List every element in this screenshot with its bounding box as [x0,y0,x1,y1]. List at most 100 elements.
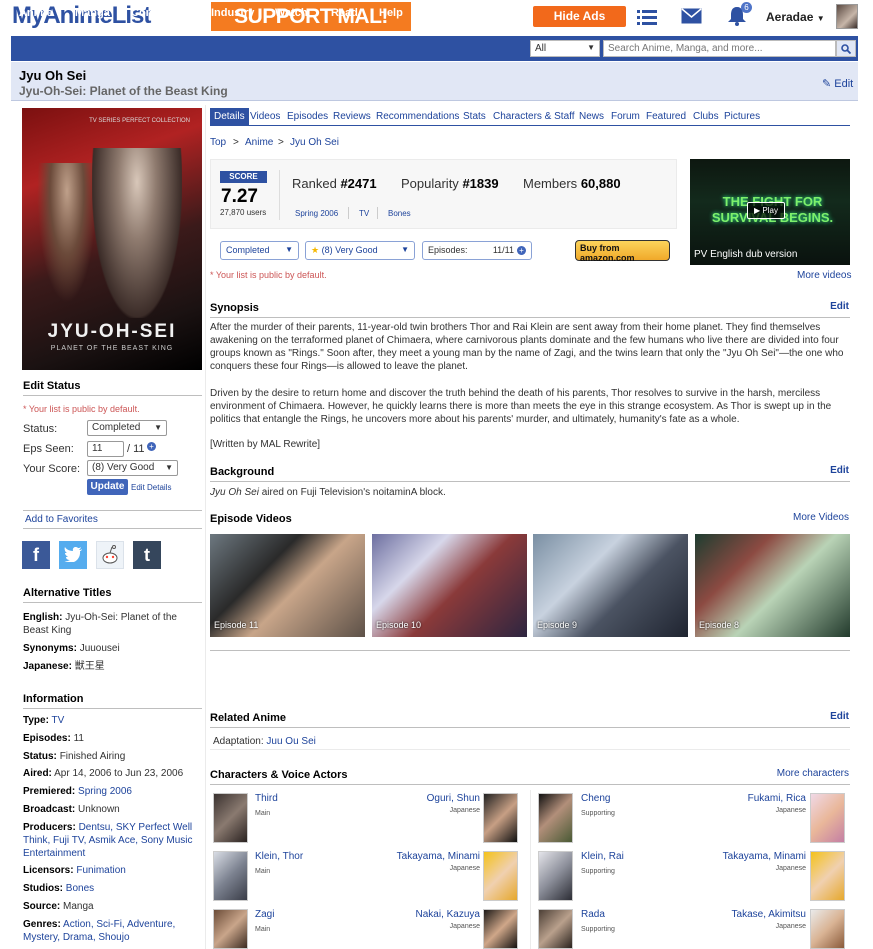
episodes-progress[interactable]: Episodes: 11/11 + [422,241,532,260]
eps-input[interactable]: 11 [87,441,124,457]
title-edit-link[interactable]: ✎ Edit [822,77,853,90]
tab-recommendations[interactable]: Recommendations [376,111,459,122]
nav-community[interactable]: Community [131,7,192,19]
nav-anime[interactable]: Anime [19,7,53,19]
tab-stats[interactable]: Stats [463,111,486,122]
studio-link[interactable]: Bones [388,209,411,218]
search-category-select[interactable]: All ▼ [530,40,600,57]
voice-actor-name[interactable]: Takayama, Minami [380,851,480,862]
update-button[interactable]: Update [87,479,128,495]
more-characters-link[interactable]: More characters [777,768,849,779]
breadcrumb-current[interactable]: Jyu Oh Sei [290,137,339,148]
nav-help[interactable]: Help [379,7,403,19]
search-button[interactable] [836,40,856,57]
edit-details-link[interactable]: Edit Details [131,483,171,492]
voice-actor-name[interactable]: Nakai, Kazuya [380,909,480,920]
list-icon[interactable] [636,8,658,26]
more-episode-videos-link[interactable]: More Videos [793,512,849,523]
voice-actor-name[interactable]: Fukami, Rica [706,793,806,804]
mail-icon[interactable] [681,8,702,24]
character-image[interactable] [538,851,573,901]
premiered-link[interactable]: Spring 2006 [78,786,132,797]
related-edit-link[interactable]: Edit [830,711,849,722]
voice-actor-language: Japanese [449,865,480,872]
character-name[interactable]: Cheng [581,793,610,804]
hide-ads-button[interactable]: Hide Ads [533,6,626,27]
increment-episode-icon[interactable]: + [517,246,526,255]
popularity-stat[interactable]: Popularity #1839 [401,176,499,191]
play-button[interactable]: ▶ Play [747,202,785,219]
character-image[interactable] [213,851,248,901]
tab-news[interactable]: News [579,111,604,122]
adaptation-link[interactable]: Juu Ou Sei [266,736,315,747]
tab-videos[interactable]: Videos [250,111,280,122]
voice-actor-image[interactable] [483,793,518,843]
tab-clubs[interactable]: Clubs [693,111,719,122]
synopsis-edit-link[interactable]: Edit [830,301,849,312]
episode-video-thumbnail[interactable]: Episode 8 [695,534,850,637]
voice-actor-name[interactable]: Takayama, Minami [706,851,806,862]
character-image[interactable] [538,909,573,949]
character-image[interactable] [538,793,573,843]
tab-details[interactable]: Details [210,108,249,126]
character-name[interactable]: Klein, Rai [581,851,624,862]
tab-featured[interactable]: Featured [646,111,686,122]
character-name[interactable]: Klein, Thor [255,851,303,862]
voice-actor-name[interactable]: Oguri, Shun [380,793,480,804]
list-status-dropdown[interactable]: Completed ▼ [220,241,299,260]
tab-episodes[interactable]: Episodes [287,111,328,122]
nav-read[interactable]: Read [331,7,358,19]
tab-characters-staff[interactable]: Characters & Staff [493,111,575,122]
members-stat[interactable]: Members 60,880 [523,176,621,191]
tab-pictures[interactable]: Pictures [724,111,760,122]
user-avatar[interactable] [836,4,858,29]
breadcrumb-top[interactable]: Top [210,137,226,148]
more-videos-link[interactable]: More videos [797,270,851,281]
character-name[interactable]: Third [255,793,278,804]
amazon-buy-button[interactable]: Buy from amazon.com [575,240,670,263]
ranked-stat[interactable]: Ranked #2471 [292,176,377,191]
episode-video-thumbnail[interactable]: Episode 11 [210,534,365,637]
info-licensors: Licensors: Funimation [23,865,126,876]
nav-manga[interactable]: Manga [75,7,110,19]
character-image[interactable] [213,909,248,949]
list-score-dropdown[interactable]: ★ (8) Very Good ▼ [305,241,415,260]
voice-actor-image[interactable] [483,851,518,901]
edit-status-heading: Edit Status [23,380,202,396]
reddit-icon[interactable] [96,541,124,569]
tab-reviews[interactable]: Reviews [333,111,371,122]
season-link[interactable]: Spring 2006 [295,209,338,218]
background-edit-link[interactable]: Edit [830,465,849,476]
character-name[interactable]: Rada [581,909,605,920]
tumblr-icon[interactable]: t [133,541,161,569]
voice-actor-image[interactable] [483,909,518,949]
voice-actor-image[interactable] [810,793,845,843]
voice-actor-image[interactable] [810,909,845,949]
breadcrumb-anime[interactable]: Anime [245,137,273,148]
promo-video[interactable]: THE FIGHT FOR SURVIVAL BEGINS. ▶ Play PV… [690,159,850,265]
character-image[interactable] [213,793,248,843]
status-select[interactable]: Completed ▼ [87,420,167,436]
character-name[interactable]: Zagi [255,909,274,920]
episode-video-thumbnail[interactable]: Episode 10 [372,534,527,637]
score-value[interactable]: 7.27 [221,186,258,208]
add-to-favorites-link[interactable]: Add to Favorites [23,510,202,529]
voice-actor-name[interactable]: Takase, Akimitsu [706,909,806,920]
licensors-link[interactable]: Funimation [76,865,125,876]
user-menu[interactable]: Aeradae ▼ [766,10,825,24]
nav-watch[interactable]: Watch [275,7,308,19]
facebook-icon[interactable]: f [22,541,50,569]
episode-video-thumbnail[interactable]: Episode 9 [533,534,688,637]
type-link[interactable]: TV [359,209,369,218]
search-input[interactable]: Search Anime, Manga, and more... [603,40,836,57]
type-link[interactable]: TV [52,715,65,726]
anime-poster[interactable]: TV SERIES PERFECT COLLECTION JYU-OH-SEI … [22,108,202,370]
twitter-icon[interactable] [59,541,87,569]
tab-forum[interactable]: Forum [611,111,640,122]
voice-actor-image[interactable] [810,851,845,901]
studios-link[interactable]: Bones [66,883,94,894]
increment-episode-icon[interactable]: + [147,442,156,451]
nav-industry[interactable]: Industry [211,7,254,19]
episode-videos-heading: Episode Videos More Videos [210,512,849,525]
score-select[interactable]: (8) Very Good ▼ [87,460,178,476]
